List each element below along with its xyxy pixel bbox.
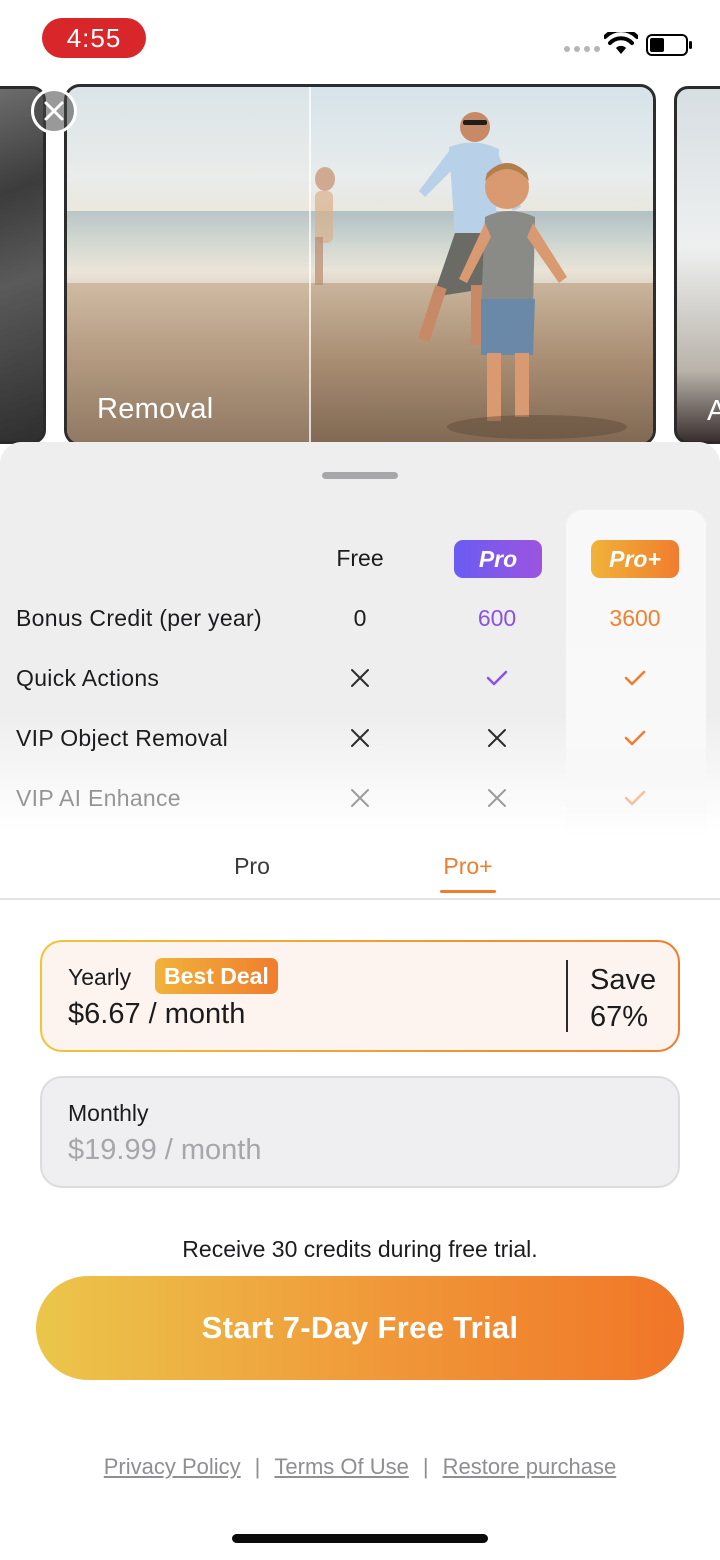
trial-credits-note: Receive 30 credits during free trial. xyxy=(182,1236,538,1262)
credit-value-free: 0 xyxy=(353,604,367,631)
comparison-row: Quick Actions xyxy=(0,658,720,698)
battery-icon xyxy=(646,34,692,56)
carousel-card-removal[interactable]: Removal xyxy=(64,84,656,446)
feature-label: Bonus Credit (per year) xyxy=(16,604,262,631)
plan-divider xyxy=(566,960,568,1032)
privacy-policy-link[interactable]: Privacy Policy xyxy=(104,1454,241,1480)
plan-name-yearly: Yearly xyxy=(68,964,132,990)
wifi-icon xyxy=(604,32,638,54)
cellular-signal-icon xyxy=(564,46,600,52)
cross-icon xyxy=(447,778,547,818)
best-deal-badge: Best Deal xyxy=(155,958,278,994)
plan-name-monthly: Monthly xyxy=(68,1100,149,1126)
before-after-divider[interactable] xyxy=(309,87,311,443)
restore-purchase-link[interactable]: Restore purchase xyxy=(443,1454,617,1480)
column-header-free: Free xyxy=(336,544,384,571)
feature-label: VIP AI Enhance xyxy=(16,784,181,811)
carousel-next-caption: A xyxy=(707,395,720,428)
plan-option-yearly[interactable]: Yearly Best Deal $6.67 / month Save 67% xyxy=(40,940,680,1052)
active-tab-indicator xyxy=(440,890,496,893)
cross-icon xyxy=(310,718,410,758)
plan-price-yearly: $6.67 / month xyxy=(68,998,246,1030)
plan-comparison-table: Free Pro Pro+ Bonus Credit (per year) 0 60… xyxy=(0,442,720,840)
close-button[interactable] xyxy=(31,88,77,134)
cross-icon xyxy=(447,718,547,758)
tab-pro-plus[interactable]: Pro+ xyxy=(428,846,508,886)
tab-pro[interactable]: Pro xyxy=(212,846,292,886)
plan-tabs: Pro Pro+ xyxy=(0,838,720,900)
credit-value-pro_plus: 3600 xyxy=(609,604,661,631)
column-header-pro-plus-badge: Pro+ xyxy=(591,540,679,578)
footer-separator: | xyxy=(422,1454,429,1479)
footer-separator: | xyxy=(254,1454,261,1479)
feature-label: Quick Actions xyxy=(16,664,160,691)
cross-icon xyxy=(310,658,410,698)
status-bar: 4:55 xyxy=(0,0,720,80)
carousel-card-caption: Removal xyxy=(97,393,214,425)
cross-icon xyxy=(310,778,410,818)
status-time: 4:55 xyxy=(42,18,146,58)
plan-option-monthly[interactable]: Monthly $19.99 / month xyxy=(40,1076,680,1188)
carousel-card-next[interactable]: A xyxy=(674,86,720,444)
start-free-trial-button[interactable]: Start 7-Day Free Trial xyxy=(36,1276,684,1380)
footer-links: Privacy Policy | Terms Of Use | Restore … xyxy=(0,1452,720,1482)
terms-of-use-link[interactable]: Terms Of Use xyxy=(274,1454,408,1480)
check-icon xyxy=(447,658,547,698)
plan-price-monthly: $19.99 / month xyxy=(68,1134,262,1166)
check-icon xyxy=(585,778,685,818)
close-icon xyxy=(44,101,64,121)
home-indicator xyxy=(232,1534,488,1543)
feature-label: VIP Object Removal xyxy=(16,724,229,751)
paywall-sheet: Free Pro Pro+ Bonus Credit (per year) 0 60… xyxy=(0,442,720,1560)
save-label: Save xyxy=(590,964,657,996)
column-header-pro-badge: Pro xyxy=(454,540,542,578)
comparison-row: VIP AI Enhance xyxy=(0,778,720,818)
carousel-card-previous[interactable] xyxy=(0,86,46,444)
comparison-row: Bonus Credit (per year) 0 600 3600 xyxy=(0,598,720,638)
sheet-grabber[interactable] xyxy=(322,472,398,479)
comparison-row: VIP Object Removal xyxy=(0,718,720,758)
check-icon xyxy=(585,658,685,698)
check-icon xyxy=(585,718,685,758)
save-percentage: Save 67% xyxy=(590,962,670,1036)
credit-value-pro: 600 xyxy=(477,604,517,631)
feature-carousel[interactable]: Removal A xyxy=(0,84,720,446)
save-value: 67% xyxy=(590,1001,649,1033)
